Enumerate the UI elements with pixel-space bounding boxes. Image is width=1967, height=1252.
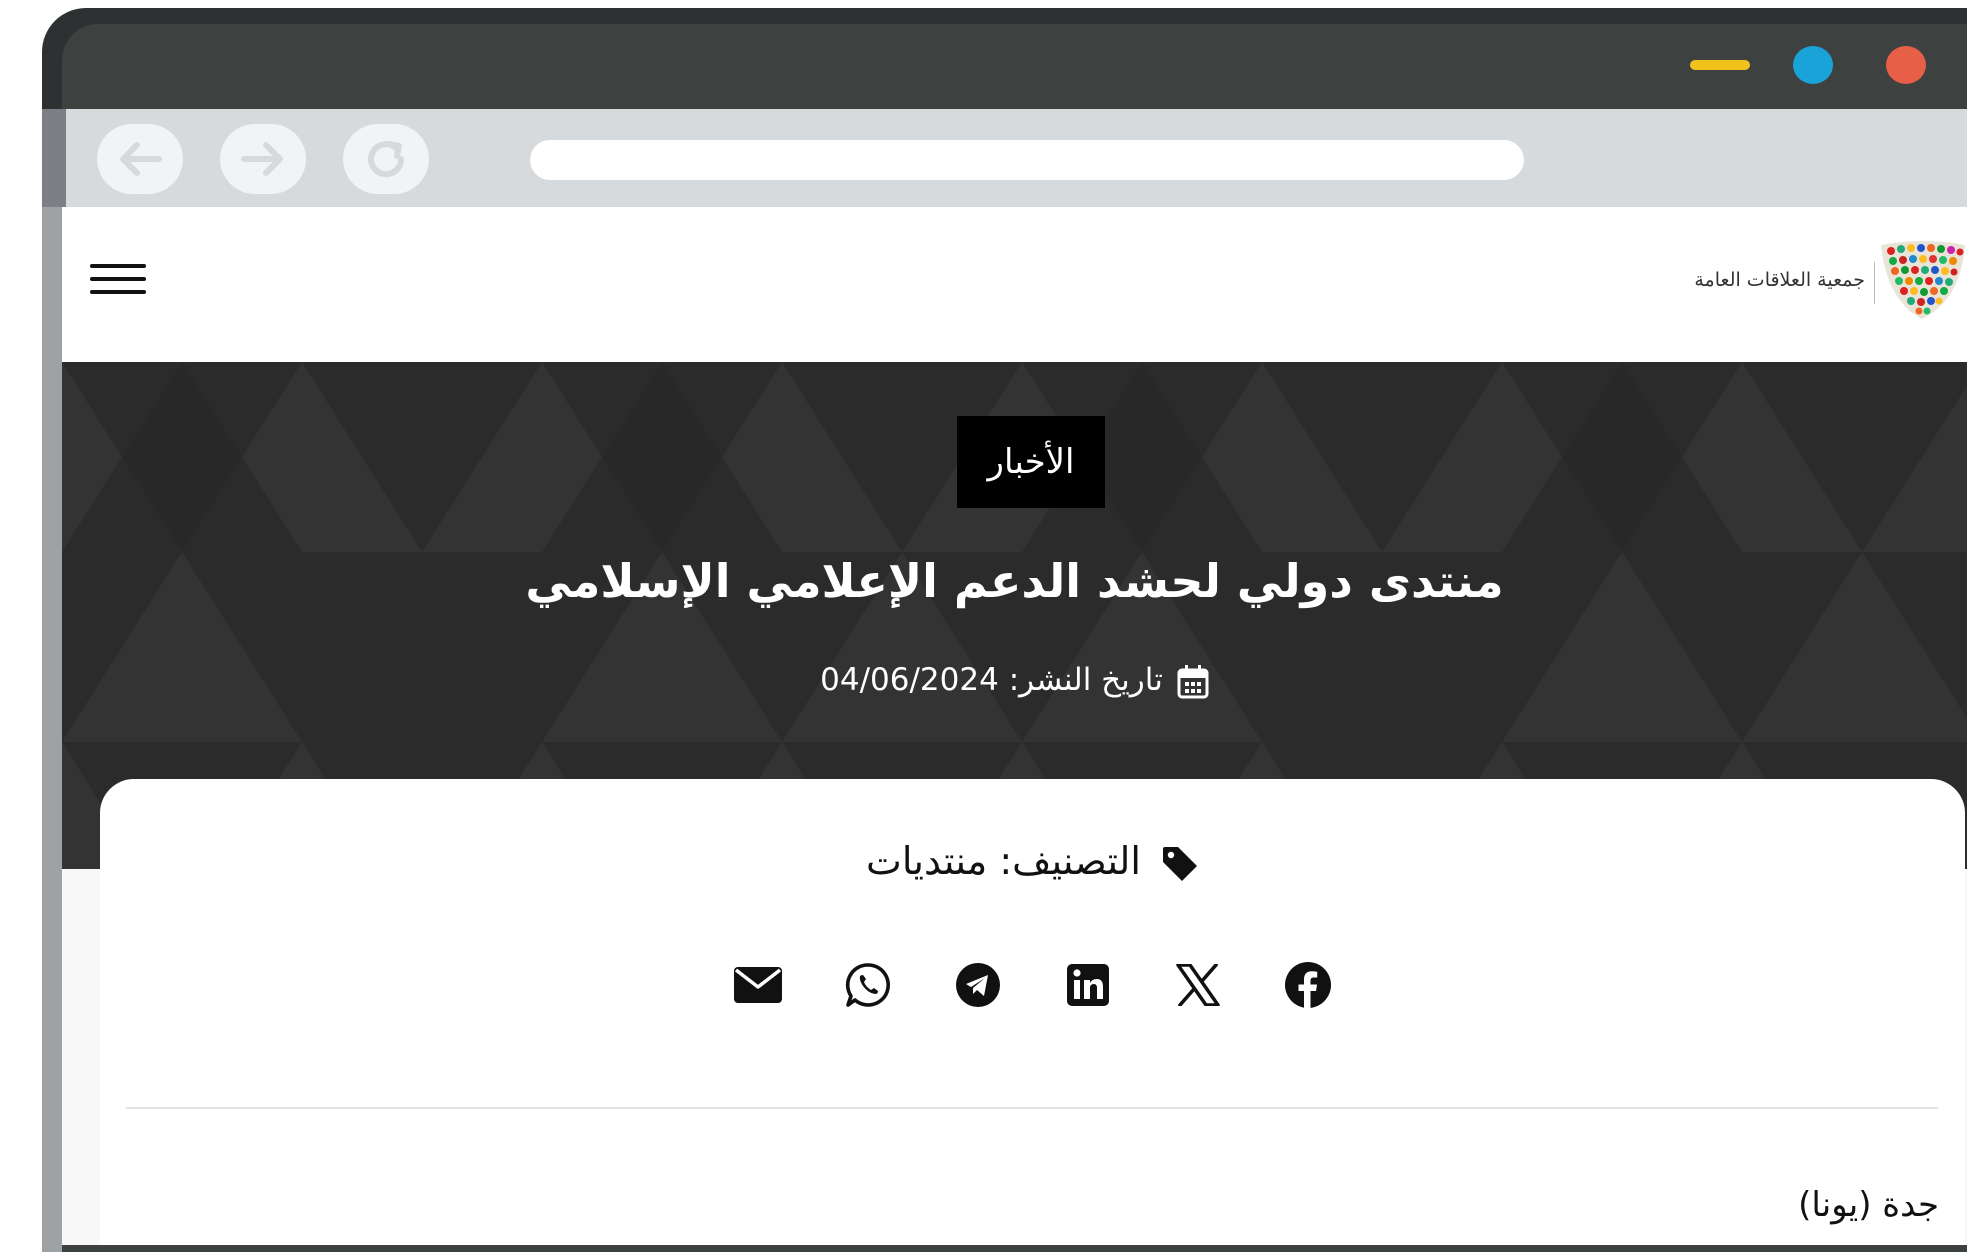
arrow-left-icon (120, 142, 162, 176)
article-card: التصنيف: منتديات جدة (يونا) (100, 779, 1965, 1245)
forward-button[interactable] (220, 124, 306, 194)
date-value: 04/06/2024 (820, 662, 999, 698)
tag-icon (1162, 846, 1197, 881)
site-header: جمعية العلاقات العامة (62, 207, 1967, 362)
web-page: جمعية العلاقات العامة الأخبار منتدى دولي… (62, 207, 1967, 1245)
share-buttons (100, 959, 1965, 1011)
calendar-icon (1177, 664, 1209, 698)
page-edge (42, 207, 62, 1252)
section-badge[interactable]: الأخبار (957, 416, 1105, 508)
window-minimize-button[interactable] (1690, 60, 1750, 70)
facebook-icon[interactable] (1282, 959, 1334, 1011)
back-button[interactable] (97, 124, 183, 194)
content-divider (126, 1107, 1938, 1109)
article-title: منتدى دولي لحشد الدعم الإعلامي الإسلامي (525, 554, 1504, 608)
screenshot-stage: جمعية العلاقات العامة الأخبار منتدى دولي… (0, 0, 1967, 1252)
article-dateline: جدة (يونا) (1798, 1185, 1939, 1225)
email-icon[interactable] (732, 959, 784, 1011)
category-row: التصنيف: منتديات (100, 839, 1965, 883)
telegram-icon[interactable] (952, 959, 1004, 1011)
linkedin-icon[interactable] (1062, 959, 1114, 1011)
window-maximize-button[interactable] (1793, 46, 1833, 84)
arrow-right-icon (241, 142, 283, 176)
logo-divider (1874, 262, 1875, 304)
toolbar-edge (42, 109, 66, 207)
whatsapp-icon[interactable] (842, 959, 894, 1011)
reload-icon (368, 141, 405, 178)
logo-icon[interactable] (1877, 239, 1967, 323)
hamburger-icon[interactable] (90, 259, 146, 299)
logo-text[interactable]: جمعية العلاقات العامة (1694, 269, 1865, 291)
reload-button[interactable] (343, 124, 429, 194)
category-label: التصنيف: (999, 839, 1141, 883)
address-bar[interactable] (530, 140, 1524, 180)
x-icon[interactable] (1172, 959, 1224, 1011)
window-close-button[interactable] (1886, 46, 1926, 84)
publish-date-row: تاريخ النشر: 04/06/2024 (62, 662, 1967, 699)
date-label: تاريخ النشر: (1008, 662, 1163, 698)
category-value[interactable]: منتديات (866, 839, 987, 883)
